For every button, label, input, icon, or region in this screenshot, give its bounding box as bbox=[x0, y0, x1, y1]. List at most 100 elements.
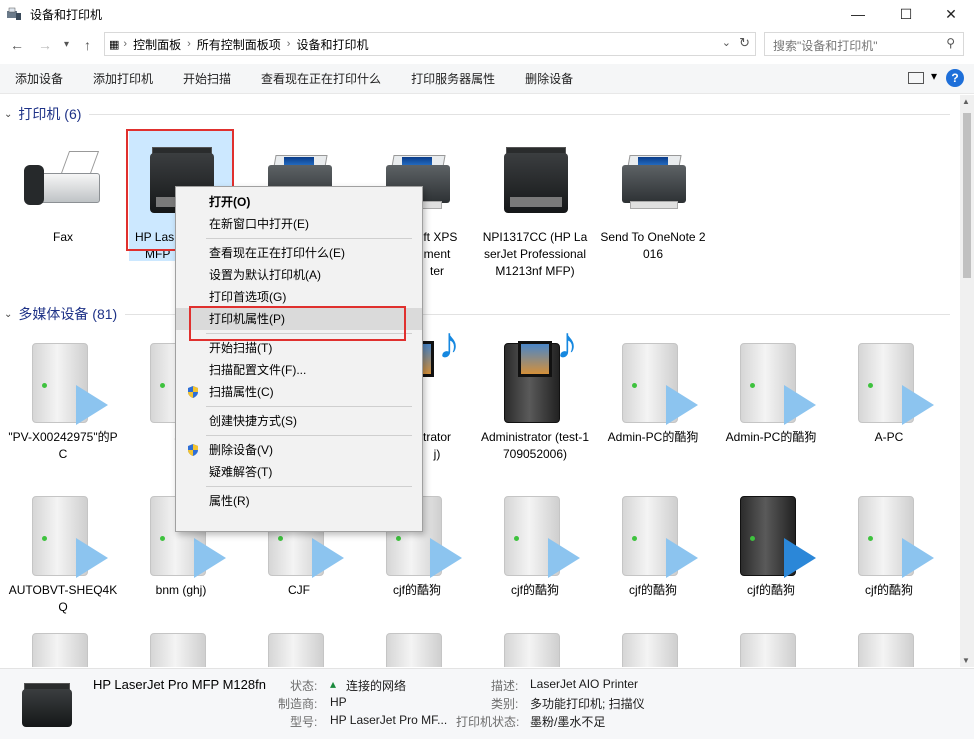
menu-item-create-shortcut[interactable]: 创建快捷方式(S) bbox=[176, 410, 422, 432]
media-server-icon bbox=[726, 488, 816, 578]
media-item[interactable] bbox=[244, 625, 354, 667]
start-scan-button[interactable]: 开始扫描 bbox=[168, 70, 246, 87]
menu-separator bbox=[206, 238, 412, 239]
media-item[interactable] bbox=[834, 625, 944, 667]
category-value: 多功能打印机; 扫描仪 bbox=[530, 697, 645, 711]
menu-item-scan-profiles[interactable]: 扫描配置文件(F)... bbox=[176, 359, 422, 381]
media-server-icon bbox=[254, 625, 344, 667]
media-server-icon bbox=[844, 488, 934, 578]
uac-shield-icon bbox=[188, 444, 198, 456]
menu-item-set-default[interactable]: 设置为默认打印机(A) bbox=[176, 264, 422, 286]
menu-separator bbox=[206, 333, 412, 334]
media-item[interactable] bbox=[362, 625, 472, 667]
address-dropdown-icon[interactable]: ⌄ bbox=[722, 36, 731, 49]
address-bar[interactable]: ▦ › 控制面板 › 所有控制面板项 › 设备和打印机 ⌄ ↻ bbox=[104, 32, 756, 56]
media-item[interactable] bbox=[126, 625, 236, 667]
device-label: Admin-PC的酷狗 bbox=[607, 430, 699, 444]
media-item[interactable] bbox=[716, 625, 826, 667]
media-item[interactable]: cjf的酷狗 bbox=[480, 488, 590, 599]
description-value: LaserJet AIO Printer bbox=[530, 677, 639, 691]
media-server-icon bbox=[726, 335, 816, 425]
media-server-icon bbox=[18, 625, 108, 667]
menu-item-scan-properties[interactable]: 扫描属性(C) bbox=[176, 381, 422, 403]
device-item-onenote[interactable]: Send To OneNote 2016 bbox=[598, 135, 708, 263]
details-pane: HP LaserJet Pro MFP M128fn 状态: ▴ 连接的网络 制… bbox=[0, 668, 974, 739]
media-item[interactable] bbox=[480, 625, 590, 667]
device-label: cjf的酷狗 bbox=[510, 583, 559, 597]
media-item[interactable] bbox=[598, 625, 708, 667]
media-item[interactable]: "PV-X00242975"的PC bbox=[8, 335, 118, 463]
menu-item-troubleshoot[interactable]: 疑难解答(T) bbox=[176, 461, 422, 483]
mfp-printer-icon bbox=[490, 135, 580, 225]
search-input[interactable]: 搜索"设备和打印机" ⚲ bbox=[764, 32, 964, 56]
menu-item-properties[interactable]: 属性(R) bbox=[176, 490, 422, 512]
category-label: 类别: bbox=[491, 697, 519, 711]
breadcrumb-control-panel[interactable]: 控制面板 bbox=[127, 36, 187, 53]
help-button[interactable]: ? bbox=[946, 69, 964, 87]
add-printer-button[interactable]: 添加打印机 bbox=[78, 70, 168, 87]
media-item[interactable]: Admin-PC的酷狗 bbox=[598, 335, 708, 446]
collapse-chevron-icon[interactable]: ⌄ bbox=[4, 109, 12, 120]
status-value: 连接的网络 bbox=[346, 679, 407, 693]
group-title-media: 多媒体设备 (81) bbox=[18, 306, 118, 322]
menu-item-printer-properties[interactable]: 打印机属性(P) bbox=[176, 308, 422, 330]
back-arrow-icon[interactable]: ← bbox=[10, 37, 24, 53]
group-header-printers[interactable]: ⌄ 打印机 (6) bbox=[0, 103, 950, 125]
menu-item-open[interactable]: 打开(O) bbox=[176, 191, 422, 213]
printer-status-value: 墨粉/墨水不足 bbox=[530, 715, 606, 729]
remove-device-button[interactable]: 删除设备 bbox=[510, 70, 588, 87]
close-button[interactable]: ✕ bbox=[928, 0, 974, 28]
menu-item-start-scan[interactable]: 开始扫描(T) bbox=[176, 337, 422, 359]
media-item[interactable]: cjf的酷狗 bbox=[716, 488, 826, 599]
network-icon: ▴ bbox=[330, 677, 337, 691]
window-title: 设备和打印机 bbox=[30, 7, 103, 22]
vertical-scrollbar[interactable]: ▲ ▼ bbox=[960, 95, 974, 667]
command-toolbar: 添加设备 添加打印机 开始扫描 查看现在正在打印什么 打印服务器属性 删除设备 … bbox=[0, 64, 974, 94]
media-item[interactable]: cjf的酷狗 bbox=[834, 488, 944, 599]
address-row: ← → ▾ ↑ ▦ › 控制面板 › 所有控制面板项 › 设备和打印机 ⌄ ↻ … bbox=[0, 30, 974, 60]
media-item[interactable]: AUTOBVT-SHEQ4KQ bbox=[8, 488, 118, 616]
add-device-button[interactable]: 添加设备 bbox=[0, 70, 78, 87]
device-item-fax[interactable]: Fax bbox=[8, 135, 118, 246]
search-icon[interactable]: ⚲ bbox=[946, 36, 955, 50]
menu-item-print-preferences[interactable]: 打印首选项(G) bbox=[176, 286, 422, 308]
media-player-icon: ♪ bbox=[490, 322, 580, 425]
scroll-up-icon[interactable]: ▲ bbox=[962, 97, 970, 106]
refresh-icon[interactable]: ↻ bbox=[739, 35, 750, 51]
media-item[interactable]: ♪ Administrator (test-1709052006) bbox=[480, 322, 590, 463]
menu-item-see-printing[interactable]: 查看现在正在打印什么(E) bbox=[176, 242, 422, 264]
printer-status-label: 打印机状态: bbox=[456, 715, 520, 729]
menu-item-label: 删除设备(V) bbox=[209, 443, 273, 457]
media-item[interactable]: Admin-PC的酷狗 bbox=[716, 335, 826, 446]
see-printing-button[interactable]: 查看现在正在打印什么 bbox=[246, 70, 396, 87]
media-server-icon bbox=[608, 335, 698, 425]
recent-chevron-icon[interactable]: ▾ bbox=[64, 39, 69, 50]
media-server-icon bbox=[18, 488, 108, 578]
device-item-npi1317cc[interactable]: NPI1317CC (HP LaserJet Professional M121… bbox=[480, 135, 590, 280]
forward-arrow-icon[interactable]: → bbox=[38, 37, 52, 53]
media-item[interactable] bbox=[8, 625, 118, 667]
breadcrumb-all-items[interactable]: 所有控制面板项 bbox=[191, 36, 287, 53]
print-server-props-button[interactable]: 打印服务器属性 bbox=[396, 70, 510, 87]
devices-printers-icon bbox=[7, 7, 21, 20]
media-item[interactable]: A-PC bbox=[834, 335, 944, 446]
breadcrumb-devices-printers[interactable]: 设备和打印机 bbox=[290, 36, 374, 53]
menu-item-remove-device[interactable]: 删除设备(V) bbox=[176, 439, 422, 461]
media-server-icon bbox=[372, 625, 462, 667]
menu-item-open-new-window[interactable]: 在新窗口中打开(E) bbox=[176, 213, 422, 235]
media-server-icon bbox=[844, 625, 934, 667]
minimize-button[interactable]: — bbox=[835, 0, 881, 28]
media-item[interactable]: cjf的酷狗 bbox=[598, 488, 708, 599]
change-view-icon[interactable] bbox=[908, 69, 937, 84]
scroll-down-icon[interactable]: ▼ bbox=[962, 656, 970, 665]
scroll-thumb[interactable] bbox=[963, 113, 971, 278]
group-divider bbox=[89, 113, 950, 115]
collapse-chevron-icon[interactable]: ⌄ bbox=[4, 309, 12, 320]
menu-separator bbox=[206, 406, 412, 407]
description-label: 描述: bbox=[491, 679, 519, 693]
maximize-button[interactable]: ☐ bbox=[883, 0, 929, 28]
search-placeholder: 搜索"设备和打印机" bbox=[773, 39, 878, 53]
device-label: Administrator (test-1709052006) bbox=[480, 430, 590, 461]
group-header-media[interactable]: ⌄ 多媒体设备 (81) bbox=[0, 303, 950, 325]
up-arrow-icon[interactable]: ↑ bbox=[84, 37, 91, 53]
